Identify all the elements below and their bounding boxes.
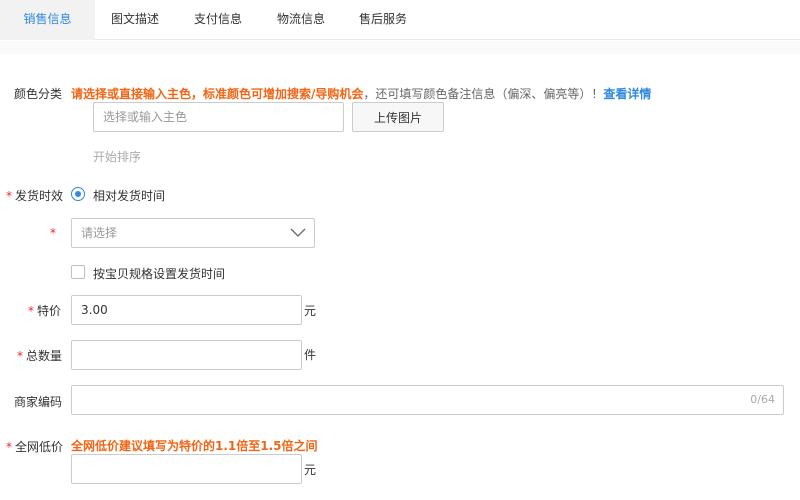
tab-sales-info[interactable]: 销售信息 [0, 0, 95, 40]
char-counter: 0/64 [750, 393, 775, 406]
required-mark: * [28, 304, 34, 318]
shipping-time-label: * 发货时效 [6, 187, 63, 204]
lowest-price-hint: 全网低价建议填写为特价的1.1倍至1.5倍之间 [71, 439, 318, 453]
spec-ship-time-label: 按宝贝规格设置发货时间 [93, 267, 226, 281]
required-mark: * [50, 226, 56, 240]
required-mark: * [17, 349, 23, 363]
tab-description[interactable]: 图文描述 [95, 0, 175, 40]
total-quantity-label: * 总数量 [17, 347, 62, 364]
ship-time-select[interactable]: 请选择 [71, 218, 315, 248]
color-hint-main: 请选择或直接输入主色，标准颜色可增加搜索/导购机会 [71, 87, 364, 101]
merchant-code-label: 商家编码 [14, 395, 63, 409]
required-mark: * [6, 440, 12, 454]
special-price-label: * 特价 [28, 302, 61, 319]
shipping-time-label-text: 发货时效 [15, 189, 64, 203]
tab-logistics-info[interactable]: 物流信息 [260, 0, 342, 40]
special-price-unit: 元 [304, 304, 317, 318]
section-divider [0, 41, 800, 54]
total-quantity-input[interactable] [71, 340, 302, 370]
total-quantity-label-text: 总数量 [26, 349, 63, 363]
special-price-label-text: 特价 [37, 304, 62, 318]
tab-payment-info[interactable]: 支付信息 [176, 0, 260, 40]
tab-bar: 销售信息 图文描述 支付信息 物流信息 售后服务 [0, 0, 800, 40]
relative-ship-time-label: 相对发货时间 [93, 189, 166, 203]
lowest-price-input[interactable] [71, 454, 302, 484]
merchant-code-input[interactable] [71, 385, 784, 415]
ship-time-select-placeholder: 请选择 [81, 226, 118, 240]
required-mark: * [6, 189, 12, 203]
chevron-down-icon [290, 228, 306, 237]
lowest-price-label-text: 全网低价 [15, 440, 64, 454]
spec-ship-time-checkbox[interactable] [71, 265, 85, 279]
lowest-price-unit: 元 [304, 463, 317, 477]
upload-image-button[interactable]: 上传图片 [352, 102, 444, 132]
merchant-code-field: 0/64 [71, 385, 784, 415]
special-price-input[interactable] [71, 295, 302, 325]
color-hint-extra: ，还可填写颜色备注信息（偏深、偏亮等）！ [363, 87, 604, 101]
product-form-page: 销售信息 图文描述 支付信息 物流信息 售后服务 颜色分类 请选择或直接输入主色… [0, 0, 800, 500]
view-details-link[interactable]: 查看详情 [603, 87, 651, 101]
tab-after-sales[interactable]: 售后服务 [342, 0, 424, 40]
color-category-hint: 请选择或直接输入主色，标准颜色可增加搜索/导购机会，还可填写颜色备注信息（偏深、… [71, 85, 651, 102]
relative-ship-time-radio[interactable] [71, 187, 85, 201]
start-sort-link[interactable]: 开始排序 [93, 148, 141, 165]
total-quantity-unit: 件 [304, 348, 317, 362]
color-input[interactable] [93, 102, 344, 132]
color-category-label: 颜色分类 [14, 87, 63, 101]
lowest-price-label: * 全网低价 [6, 438, 63, 455]
